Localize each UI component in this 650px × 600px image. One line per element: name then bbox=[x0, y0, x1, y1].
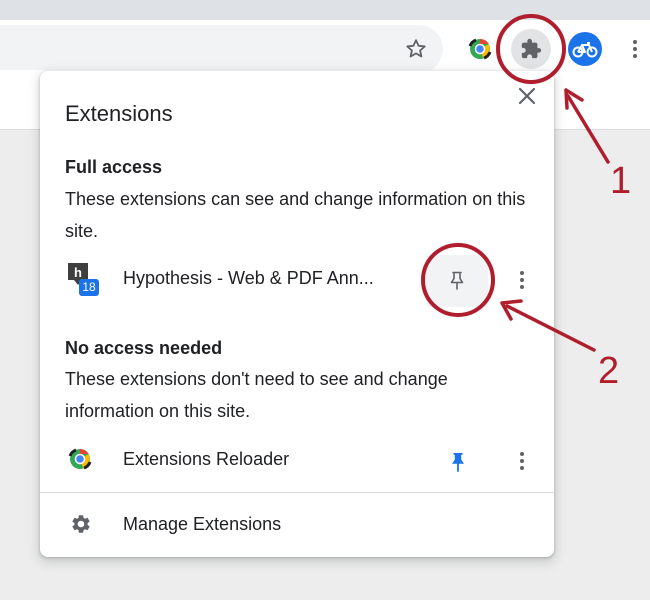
no-access-heading: No access needed bbox=[65, 338, 223, 358]
browser-menu-button[interactable] bbox=[623, 34, 647, 64]
divider bbox=[40, 492, 554, 493]
address-bar[interactable] bbox=[0, 25, 443, 73]
pin-outline-icon bbox=[450, 271, 464, 290]
extensions-puzzle-button[interactable] bbox=[511, 29, 551, 69]
pin-filled-icon bbox=[452, 453, 464, 472]
puzzle-icon bbox=[521, 38, 542, 59]
extensions-reloader-icon bbox=[68, 444, 96, 476]
extension-name: Extensions Reloader bbox=[123, 449, 290, 469]
extension-more-button[interactable] bbox=[510, 444, 534, 478]
extensions-popup: Extensions Full access These extensions … bbox=[40, 71, 554, 557]
more-vert-icon bbox=[520, 452, 524, 470]
pin-button[interactable] bbox=[426, 255, 488, 307]
close-button[interactable] bbox=[515, 84, 539, 108]
hypothesis-icon: h 18 bbox=[68, 263, 99, 296]
extension-name: Hypothesis - Web & PDF Ann... bbox=[123, 268, 374, 288]
full-access-description: These extensions can see and change info… bbox=[65, 189, 526, 241]
bike-icon bbox=[572, 42, 598, 58]
star-icon[interactable] bbox=[403, 36, 429, 62]
no-access-description: These extensions don't need to see and c… bbox=[65, 369, 448, 421]
extension-row-hypothesis[interactable]: h 18 Hypothesis - Web & PDF Ann... bbox=[40, 251, 554, 307]
more-vert-icon bbox=[633, 40, 637, 58]
more-vert-icon bbox=[520, 271, 524, 289]
annotation-label-1: 1 bbox=[610, 160, 632, 202]
manage-extensions-button[interactable]: Manage Extensions bbox=[40, 503, 554, 545]
notification-badge: 18 bbox=[79, 279, 99, 296]
gear-icon bbox=[70, 513, 92, 535]
extension-more-button[interactable] bbox=[510, 263, 534, 297]
tab-strip bbox=[0, 0, 650, 20]
full-access-heading: Full access bbox=[65, 157, 163, 177]
popup-title: Extensions bbox=[65, 101, 173, 126]
bike-extension-button[interactable] bbox=[568, 32, 602, 66]
unpin-button[interactable] bbox=[440, 444, 476, 480]
extension-row-reloader[interactable]: Extensions Reloader bbox=[40, 432, 554, 488]
extensions-reloader-toolbar-icon[interactable] bbox=[467, 36, 493, 62]
annotation-label-2: 2 bbox=[598, 350, 620, 392]
close-icon bbox=[518, 87, 536, 105]
manage-extensions-label: Manage Extensions bbox=[123, 514, 282, 534]
svg-text:h: h bbox=[74, 265, 82, 280]
